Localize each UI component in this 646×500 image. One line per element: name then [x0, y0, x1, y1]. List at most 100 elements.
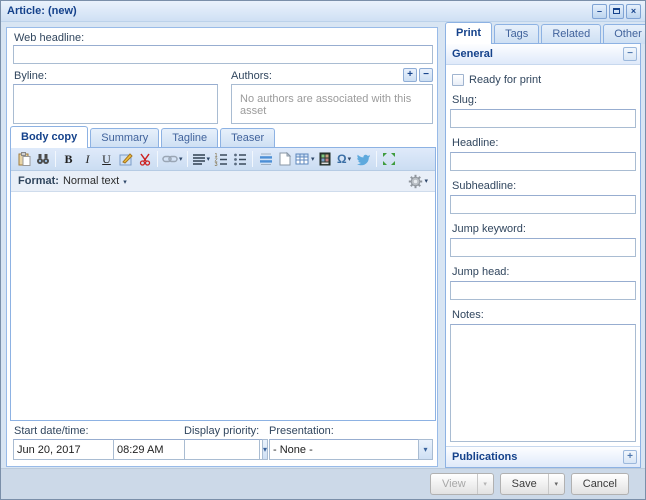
- jump-keyword-label: Jump keyword:: [452, 223, 526, 235]
- maximize-button[interactable]: [609, 4, 624, 19]
- presentation-select[interactable]: [269, 439, 418, 460]
- expand-icon: +: [627, 451, 633, 462]
- ready-for-print-checkbox[interactable]: [452, 74, 464, 86]
- divider-icon: [259, 152, 273, 166]
- tab-related[interactable]: Related: [541, 24, 602, 44]
- byline-label: Byline:: [14, 70, 48, 82]
- media-button[interactable]: [316, 150, 335, 169]
- format-select[interactable]: Normal text ▾: [63, 175, 127, 187]
- remove-author-button[interactable]: −: [419, 68, 433, 82]
- divider-button[interactable]: [256, 150, 275, 169]
- notes-input[interactable]: [450, 324, 636, 442]
- bold-icon: B: [64, 151, 73, 166]
- publications-section-header: Publications +: [446, 446, 640, 467]
- general-section-header: General −: [446, 44, 640, 65]
- chevron-down-icon: ▾: [423, 445, 428, 454]
- italic-button[interactable]: I: [78, 150, 97, 169]
- notes-field: Notes:: [450, 309, 636, 445]
- annotate-button[interactable]: [116, 150, 135, 169]
- alignment-icon: [192, 152, 206, 166]
- maximize-icon: [613, 8, 620, 14]
- toolbar-separator: [252, 151, 254, 167]
- editor-toolbar: B I U ▾ ▾ 1 2 3 ▾ Ω ▾: [11, 148, 435, 171]
- page-break-button[interactable]: [275, 150, 294, 169]
- body-copy-text-area[interactable]: [11, 192, 435, 419]
- start-time-field: ▾: [113, 439, 269, 460]
- jump-keyword-input[interactable]: [450, 238, 636, 257]
- table-button[interactable]: ▾: [294, 150, 316, 169]
- minus-icon: −: [423, 69, 429, 80]
- jump-head-label: Jump head:: [452, 266, 510, 278]
- paste-button[interactable]: [14, 150, 33, 169]
- chevron-down-icon: ▾: [263, 445, 268, 454]
- presentation-dropdown-trigger[interactable]: ▾: [418, 439, 433, 460]
- start-date-field: [13, 439, 175, 460]
- time-dropdown-trigger[interactable]: ▾: [262, 439, 269, 460]
- collapse-icon: −: [627, 48, 633, 59]
- tab-print[interactable]: Print: [445, 22, 493, 44]
- view-dropdown-arrow[interactable]: ▾: [476, 474, 493, 494]
- window-title: Article: (new): [7, 5, 77, 17]
- ordered-list-button[interactable]: 123: [211, 150, 230, 169]
- web-headline-input[interactable]: [13, 45, 433, 64]
- bold-button[interactable]: B: [59, 150, 78, 169]
- byline-input[interactable]: [13, 84, 218, 124]
- special-character-button[interactable]: Ω ▾: [335, 150, 354, 169]
- close-icon: ×: [630, 6, 637, 16]
- slug-input[interactable]: [450, 109, 636, 128]
- format-bar: Format: Normal text ▾ ▾: [11, 171, 435, 192]
- headline-input[interactable]: [450, 152, 636, 171]
- subheadline-label: Subheadline:: [452, 180, 517, 192]
- title-bar: Article: (new): [1, 1, 645, 22]
- start-datetime-label: Start date/time:: [14, 425, 89, 437]
- find-button[interactable]: [33, 150, 52, 169]
- article-window: Article: (new) – × Web headline: Byline:…: [0, 0, 646, 500]
- print-tabstrip: Print Tags Related Other: [445, 22, 645, 44]
- collapse-general-button[interactable]: −: [623, 47, 637, 61]
- save-dropdown-arrow[interactable]: ▾: [547, 474, 564, 494]
- tab-other[interactable]: Other: [603, 24, 645, 44]
- display-priority-label: Display priority:: [184, 425, 260, 437]
- unordered-list-button[interactable]: [230, 150, 249, 169]
- toolbar-separator: [55, 151, 56, 167]
- link-button[interactable]: ▾: [161, 150, 184, 169]
- editor-settings-button[interactable]: ▾: [408, 174, 428, 189]
- special-character-icon: Ω: [336, 152, 347, 166]
- cut-button[interactable]: [135, 150, 154, 169]
- underline-button[interactable]: U: [97, 150, 116, 169]
- page-break-icon: [278, 152, 292, 166]
- media-icon: [319, 152, 331, 166]
- toolbar-separator: [186, 151, 188, 167]
- format-dropdown-arrow: ▾: [123, 179, 127, 186]
- save-button[interactable]: Save ▾: [499, 473, 565, 495]
- print-panel: General − Ready for print Slug: Headline…: [445, 43, 641, 468]
- cancel-button[interactable]: Cancel: [570, 473, 629, 495]
- view-button[interactable]: View ▾: [430, 473, 494, 495]
- jump-head-input[interactable]: [450, 281, 636, 300]
- editor-tabstrip: Body copy Summary Tagline Teaser: [10, 126, 276, 148]
- alignment-button[interactable]: ▾: [191, 150, 212, 169]
- tab-summary[interactable]: Summary: [90, 128, 160, 148]
- tab-body-copy[interactable]: Body copy: [10, 126, 89, 148]
- close-button[interactable]: ×: [626, 4, 641, 19]
- svg-text:3: 3: [214, 162, 217, 166]
- slug-field: Slug:: [450, 94, 636, 128]
- special-character-dropdown-arrow: ▾: [347, 156, 352, 163]
- plus-icon: +: [407, 69, 413, 80]
- add-author-button[interactable]: +: [403, 68, 417, 82]
- twitter-button[interactable]: [354, 150, 373, 169]
- subheadline-field: Subheadline:: [450, 180, 636, 214]
- web-headline-label: Web headline:: [14, 32, 85, 46]
- display-priority-input[interactable]: [184, 439, 260, 460]
- minimize-button[interactable]: –: [592, 4, 607, 19]
- tab-tags[interactable]: Tags: [494, 24, 540, 44]
- tab-teaser[interactable]: Teaser: [220, 128, 276, 148]
- table-icon: [295, 152, 310, 166]
- expand-publications-button[interactable]: +: [623, 450, 637, 464]
- underline-icon: U: [102, 151, 111, 166]
- tab-tagline[interactable]: Tagline: [161, 128, 219, 148]
- fullscreen-button[interactable]: [380, 150, 399, 169]
- format-label: Format:: [18, 175, 59, 187]
- subheadline-input[interactable]: [450, 195, 636, 214]
- link-dropdown-arrow: ▾: [179, 156, 183, 163]
